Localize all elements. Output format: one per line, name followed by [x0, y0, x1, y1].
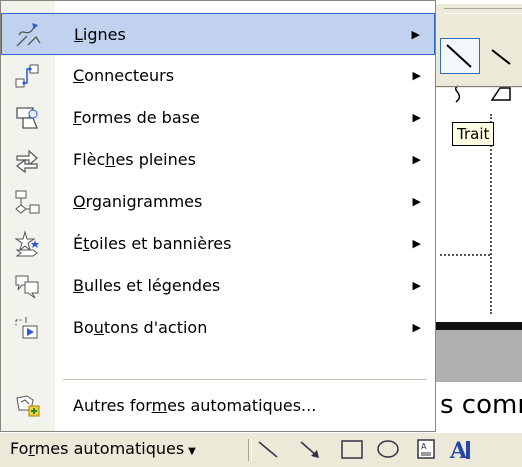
- document-text: s comr: [432, 382, 522, 432]
- submenu-arrow-icon: ▶: [412, 279, 421, 292]
- chevron-down-icon: ▼: [188, 446, 196, 457]
- menu-item-bulles-et-legendes[interactable]: Bulles et légendes ▶: [1, 265, 435, 307]
- submenu-arrow-icon: ▶: [412, 195, 421, 208]
- menu-item-connecteurs[interactable]: Connecteurs ▶: [1, 55, 435, 97]
- callouts-icon: [13, 272, 41, 300]
- menu-item-autres-formes-automatiques[interactable]: Autres formes automatiques...: [1, 385, 435, 427]
- arrow-tool-icon[interactable]: [298, 437, 322, 461]
- menu-divider: [63, 379, 427, 380]
- submenu-arrow-icon: ▶: [412, 153, 421, 166]
- menu-item-formes-de-base[interactable]: Formes de base ▶: [1, 97, 435, 139]
- action-buttons-icon: [13, 314, 41, 342]
- connectors-icon: [13, 62, 41, 90]
- menu-item-organigrammes[interactable]: Organigrammes ▶: [1, 181, 435, 223]
- menu-item-boutons-daction[interactable]: Boutons d'action ▶: [1, 307, 435, 349]
- tooltip: Trait: [452, 122, 495, 146]
- stars-banners-icon: [13, 230, 41, 258]
- menu-item-fleches-pleines[interactable]: Flèches pleines ▶: [1, 139, 435, 181]
- dotted-guide-horizontal: [440, 254, 490, 258]
- autoshapes-dropdown[interactable]: Formes automatiques ▼: [6, 436, 200, 462]
- document-gray-band: [432, 330, 522, 382]
- ruler-line: [432, 86, 522, 87]
- submenu-arrow-icon: ▶: [412, 237, 421, 250]
- submenu-arrow-icon: ▶: [411, 28, 420, 41]
- menu-item-etoiles-et-bannieres[interactable]: Étoiles et bannières ▶: [1, 223, 435, 265]
- document-border-bar: [432, 322, 522, 330]
- more-autoshapes-icon: [13, 392, 41, 420]
- submenu-arrow-icon: ▶: [412, 69, 421, 82]
- lines-icon: [14, 21, 42, 49]
- block-arrows-icon: [13, 146, 41, 174]
- wordart-tool-icon[interactable]: A: [448, 437, 472, 461]
- basic-shapes-icon: [13, 104, 41, 132]
- textbox-tool-icon[interactable]: A: [414, 437, 438, 461]
- oval-tool-icon[interactable]: [376, 437, 400, 461]
- autoshapes-menu: Lignes ▶ Connecteurs ▶ Formes de base ▶: [0, 0, 436, 432]
- submenu-arrow-icon: ▶: [412, 321, 421, 334]
- svg-text:A: A: [449, 438, 468, 461]
- drawing-toolbar: Formes automatiques ▼ A A: [0, 432, 522, 467]
- line-icon: [446, 44, 472, 68]
- palette-grip[interactable]: [444, 8, 522, 14]
- submenu-arrow-icon: ▶: [412, 111, 421, 124]
- toolbar-separator: [248, 439, 252, 461]
- line-tool-icon[interactable]: [256, 437, 280, 461]
- line-palette-button[interactable]: [440, 38, 480, 74]
- flowchart-icon: [13, 188, 41, 216]
- arrow-palette-icon[interactable]: [488, 46, 518, 74]
- svg-text:A: A: [421, 442, 427, 451]
- menu-item-lignes[interactable]: Lignes ▶: [1, 13, 435, 55]
- rectangle-tool-icon[interactable]: [340, 437, 364, 461]
- curve-palette-icon[interactable]: [448, 80, 518, 112]
